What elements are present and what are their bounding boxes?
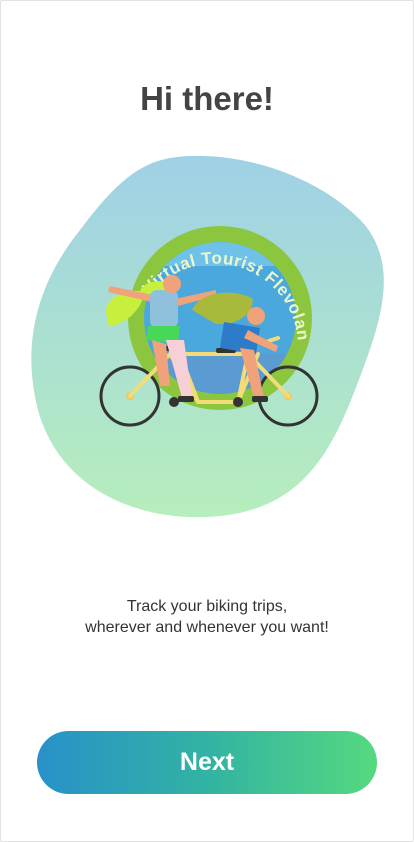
hero-illustration: Virtual Tourist Flevoland [20, 140, 384, 518]
description-line-2: wherever and whenever you want! [85, 619, 329, 636]
description-text: Track your biking trips, wherever and wh… [20, 596, 394, 638]
next-button[interactable]: Next [37, 731, 377, 794]
description-line-1: Track your biking trips, [126, 598, 288, 615]
page-title: Hi there! [140, 80, 274, 117]
